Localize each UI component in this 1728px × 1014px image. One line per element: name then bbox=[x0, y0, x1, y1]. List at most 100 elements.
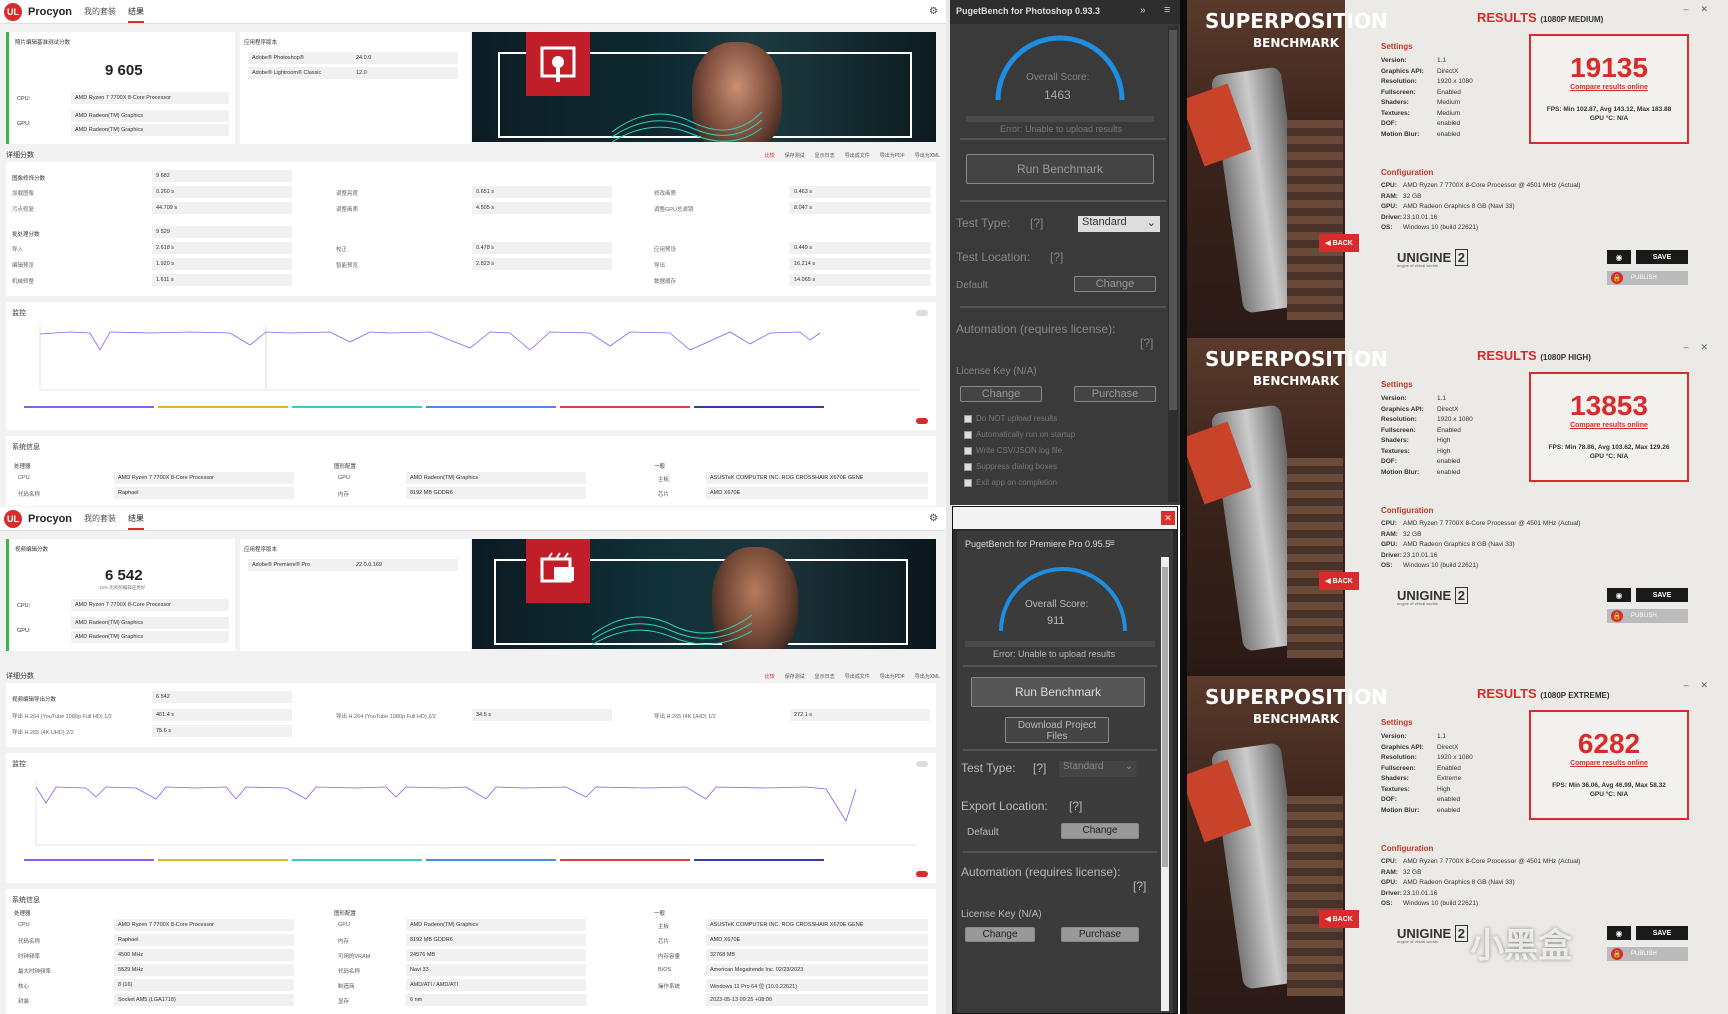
test-type-select[interactable]: Standard ⌄ bbox=[1059, 761, 1137, 777]
tab-results[interactable]: 结果 bbox=[128, 6, 145, 23]
option-checkbox[interactable]: Write CSV/JSON log file bbox=[964, 446, 1062, 455]
option-checkbox[interactable]: Do NOT upload results bbox=[964, 414, 1057, 423]
option-checkbox[interactable]: Automatically run on startup bbox=[964, 430, 1075, 439]
save-test-button[interactable]: 保存测试 bbox=[785, 152, 805, 159]
run-benchmark-button[interactable]: Run Benchmark bbox=[966, 154, 1154, 184]
close-icon[interactable]: ✕ bbox=[1161, 511, 1175, 525]
scrollbar[interactable] bbox=[1161, 557, 1169, 1011]
window-controls[interactable]: –✕ bbox=[1683, 342, 1720, 353]
group-label: 视频编辑导出分数 bbox=[12, 697, 57, 703]
checkbox-box[interactable] bbox=[964, 430, 972, 439]
setting-row: Shaders: Medium bbox=[1381, 98, 1473, 109]
test-type-select[interactable]: Standard ⌄ bbox=[1078, 216, 1160, 232]
help-link[interactable]: [?] bbox=[1133, 879, 1146, 893]
config-row: RAM: 32 GB bbox=[1381, 868, 1580, 879]
change-location-button[interactable]: Change bbox=[1061, 823, 1139, 839]
export-xml-button[interactable]: 导出为XML bbox=[915, 673, 940, 680]
tab-my-suites[interactable]: 我的套装 bbox=[84, 513, 116, 524]
brick-wall bbox=[1287, 120, 1343, 320]
help-link[interactable]: [?] bbox=[1069, 799, 1082, 813]
menu-icon[interactable]: ≡ bbox=[1109, 538, 1115, 549]
sysinfo-label: 芯片 bbox=[658, 939, 670, 945]
back-button[interactable]: ◀ BACK bbox=[1319, 572, 1359, 590]
export-file-button[interactable]: 导出成文件 bbox=[845, 673, 870, 680]
gpu-value: AMD Radeon(TM) Graphics bbox=[71, 110, 229, 122]
checkbox-box[interactable] bbox=[964, 478, 972, 487]
system-info-card: 系统信息 处理器 图形配置 一般 CPU AMD Ryzen 7 7700X 8-… bbox=[6, 436, 936, 506]
purchase-button[interactable]: Purchase bbox=[1061, 927, 1139, 942]
legend-toggle[interactable] bbox=[916, 418, 928, 424]
metric-label: 导出 H.264 (YouTube 1080p Full HD) 2/2 bbox=[336, 714, 436, 720]
save-button[interactable]: SAVE bbox=[1636, 926, 1688, 940]
tab-my-suites[interactable]: 我的套装 bbox=[84, 6, 116, 17]
license-change-button[interactable]: Change bbox=[960, 386, 1042, 402]
checkbox-box[interactable] bbox=[964, 414, 972, 423]
help-link[interactable]: [?] bbox=[1140, 336, 1153, 350]
sysinfo-label: BIOS bbox=[658, 967, 672, 973]
camera-icon[interactable]: ◉ bbox=[1607, 588, 1631, 602]
download-project-button[interactable]: Download Project Files bbox=[1005, 717, 1109, 743]
sys-header-gpu: 图形配置 bbox=[334, 464, 357, 470]
show-log-button[interactable]: 显示日志 bbox=[815, 152, 835, 159]
purchase-button[interactable]: Purchase bbox=[1074, 386, 1156, 402]
export-xml-button[interactable]: 导出为XML bbox=[915, 152, 940, 159]
scrollbar[interactable] bbox=[1168, 26, 1178, 502]
publish-button[interactable]: 🔒 PUBLISH bbox=[1607, 947, 1688, 961]
option-checkbox[interactable]: Exit app on completion bbox=[964, 478, 1057, 487]
camera-icon[interactable]: ◉ bbox=[1607, 926, 1631, 940]
window-controls[interactable]: –✕ bbox=[1683, 680, 1720, 691]
sysinfo-value: AMD Radeon(TM) Graphics bbox=[406, 472, 586, 484]
save-button[interactable]: SAVE bbox=[1636, 250, 1688, 264]
help-link[interactable]: [?] bbox=[1030, 216, 1043, 230]
benchmark-art bbox=[1187, 0, 1345, 338]
export-file-button[interactable]: 导出成文件 bbox=[845, 152, 870, 159]
camera-icon[interactable]: ◉ bbox=[1607, 250, 1631, 264]
config-row: GPU: AMD Radeon Graphics 8 GB (Navi 33) bbox=[1381, 202, 1580, 213]
change-location-button[interactable]: Change bbox=[1074, 276, 1156, 292]
help-link[interactable]: [?] bbox=[1050, 250, 1063, 264]
publish-label: PUBLISH bbox=[1631, 951, 1657, 957]
window-controls[interactable]: –✕ bbox=[1683, 4, 1720, 15]
setting-value: 1920 x 1080 bbox=[1437, 78, 1473, 85]
gpu-label: GPU: bbox=[17, 121, 31, 127]
setting-key: Resolution: bbox=[1381, 78, 1417, 85]
legend-toggle[interactable] bbox=[916, 871, 928, 877]
tab-results[interactable]: 结果 bbox=[128, 513, 145, 530]
expand-icon[interactable]: » bbox=[1140, 5, 1146, 16]
show-log-button[interactable]: 显示日志 bbox=[815, 673, 835, 680]
gear-icon[interactable]: ⚙ bbox=[929, 513, 938, 524]
back-button[interactable]: ◀ BACK bbox=[1319, 234, 1359, 252]
checkbox-label: Write CSV/JSON log file bbox=[976, 446, 1063, 455]
separator bbox=[963, 749, 1157, 751]
save-test-button[interactable]: 保存测试 bbox=[785, 673, 805, 680]
monitor-toggle[interactable] bbox=[916, 761, 928, 767]
setting-row: Resolution: 1920 x 1080 bbox=[1381, 415, 1473, 426]
monitor-toggle[interactable] bbox=[916, 310, 928, 316]
config-value: AMD Radeon Graphics 8 GB (Navi 33) bbox=[1403, 879, 1515, 886]
help-link[interactable]: [?] bbox=[1033, 761, 1046, 775]
publish-button[interactable]: 🔒 PUBLISH bbox=[1607, 271, 1688, 285]
compare-button[interactable]: 比较 bbox=[765, 152, 775, 159]
export-pdf-button[interactable]: 导出为PDF bbox=[880, 152, 905, 159]
checkbox-box[interactable] bbox=[964, 462, 972, 471]
menu-icon[interactable]: ≡ bbox=[1164, 4, 1170, 16]
compare-online-link[interactable]: Compare results online bbox=[1531, 84, 1687, 91]
option-checkbox[interactable]: Suppress dialog boxes bbox=[964, 462, 1057, 471]
compare-online-link[interactable]: Compare results online bbox=[1531, 422, 1687, 429]
chevron-down-icon: ⌄ bbox=[1146, 217, 1156, 229]
checkbox-box[interactable] bbox=[964, 446, 972, 455]
license-change-button[interactable]: Change bbox=[965, 927, 1035, 942]
back-button[interactable]: ◀ BACK bbox=[1319, 910, 1359, 928]
run-benchmark-button[interactable]: Run Benchmark bbox=[971, 677, 1145, 707]
publish-button[interactable]: 🔒 PUBLISH bbox=[1607, 609, 1688, 623]
export-pdf-button[interactable]: 导出为PDF bbox=[880, 673, 905, 680]
metric-label: 污点修复 bbox=[12, 207, 35, 213]
sysinfo-label: 显存 bbox=[338, 999, 350, 1005]
panel-title: PugetBench for Premiere Pro 0.95.5 bbox=[965, 539, 1111, 549]
gear-icon[interactable]: ⚙ bbox=[929, 6, 938, 17]
save-button[interactable]: SAVE bbox=[1636, 588, 1688, 602]
monitor-legend bbox=[24, 406, 934, 408]
compare-button[interactable]: 比较 bbox=[765, 673, 775, 680]
setting-value: 1.1 bbox=[1437, 395, 1447, 402]
compare-online-link[interactable]: Compare results online bbox=[1531, 760, 1687, 767]
